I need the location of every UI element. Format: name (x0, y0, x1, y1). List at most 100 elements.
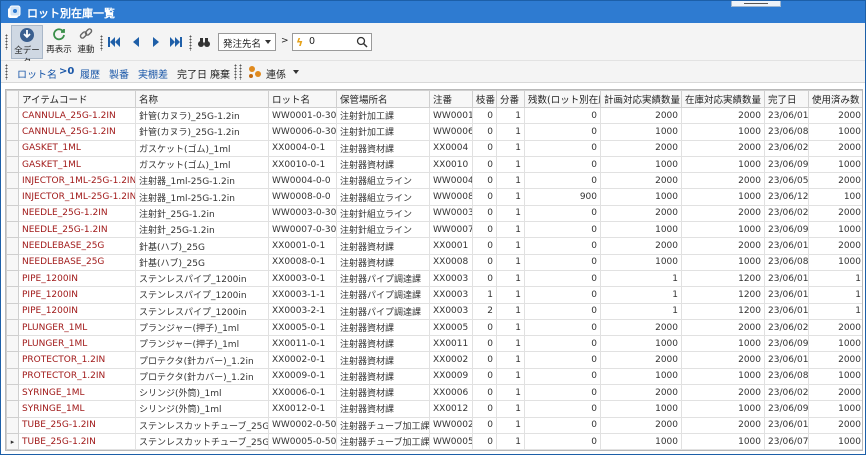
table-cell[interactable]: 注射器資材課 (336, 400, 430, 418)
first-record-icon[interactable] (107, 35, 121, 49)
table-cell[interactable]: XX0012-0-1 (268, 400, 337, 418)
table-cell[interactable]: 0 (524, 172, 601, 190)
table-cell[interactable]: 1 (496, 221, 525, 239)
table-cell[interactable]: WW0006 (429, 123, 473, 141)
table-cell[interactable]: 1000 (681, 221, 765, 239)
table-cell[interactable]: 0 (524, 139, 601, 157)
table-cell[interactable]: 23/06/08 (764, 253, 809, 271)
table-cell[interactable]: GASKET_1ML (18, 155, 136, 174)
table-cell[interactable]: 0 (524, 286, 601, 304)
column-header[interactable]: 分番 (496, 90, 525, 108)
table-cell[interactable]: XX0003-0-1 (268, 269, 337, 288)
table-cell[interactable]: 針管(カヌラ)_25G-1.2in (135, 106, 269, 125)
table-cell[interactable]: 0 (524, 221, 601, 239)
table-cell[interactable]: WW0008-0-0 (268, 188, 337, 206)
table-cell[interactable]: NEEDLE_25G-1.2IN (18, 204, 136, 223)
table-cell[interactable]: 23/06/01 (764, 416, 809, 434)
table-cell[interactable]: 1 (496, 432, 525, 450)
table-cell[interactable]: XX0003-1-1 (268, 286, 337, 304)
table-cell[interactable]: 2000 (600, 237, 682, 255)
column-header[interactable]: 残数(ロット別在庫) (524, 90, 601, 108)
previous-record-icon[interactable] (129, 35, 143, 49)
table-cell[interactable]: 2000 (600, 139, 682, 157)
table-cell[interactable]: 1000 (600, 221, 682, 239)
table-cell[interactable]: 注射器パイプ調達課 (336, 269, 430, 288)
table-cell[interactable]: 0 (524, 335, 601, 353)
table-cell[interactable]: 0 (524, 416, 601, 434)
table-cell[interactable]: 1000 (681, 253, 765, 271)
table-cell[interactable]: 1000 (600, 253, 682, 271)
table-cell[interactable]: 0 (472, 367, 497, 386)
table-cell[interactable]: INJECTOR_1ML-25G-1.2IN (18, 188, 136, 206)
toolbar-grip-icon[interactable] (5, 34, 8, 50)
table-cell[interactable]: 1 (496, 400, 525, 418)
table-cell[interactable]: 注射針加工課 (336, 123, 430, 141)
table-cell[interactable]: 注射器チューブ加工課 (336, 432, 430, 450)
table-cell[interactable]: XX0010 (429, 155, 473, 174)
table-cell[interactable]: XX0008-0-1 (268, 253, 337, 271)
table-cell[interactable]: XX0003 (429, 302, 473, 320)
row-indicator[interactable] (6, 139, 19, 157)
table-cell[interactable]: 1 (600, 302, 682, 320)
row-indicator[interactable] (6, 384, 19, 402)
table-cell[interactable]: 1 (496, 139, 525, 157)
table-cell[interactable]: 2000 (600, 172, 682, 190)
table-row[interactable]: CANNULA_25G-1.2IN 針管(カヌラ)_25G-1.2in WW0006… (6, 123, 862, 141)
table-cell[interactable]: 1 (496, 302, 525, 320)
table-cell[interactable]: 注射針加工課 (336, 106, 430, 125)
column-header[interactable]: アイテムコード (18, 90, 136, 108)
table-cell[interactable]: XX0008 (429, 253, 473, 271)
table-cell[interactable]: 23/06/12 (764, 188, 809, 206)
table-cell[interactable]: 注射器資材課 (336, 351, 430, 369)
column-header[interactable]: 注番 (429, 90, 473, 108)
table-cell[interactable]: 23/06/01 (764, 269, 809, 288)
table-cell[interactable]: XX0005-0-1 (268, 318, 337, 337)
table-cell[interactable]: 1000 (808, 335, 862, 353)
table-cell[interactable]: ガスケット(ゴム)_1ml (135, 155, 269, 174)
table-cell[interactable]: 注射器資材課 (336, 318, 430, 337)
table-row[interactable]: PLUNGER_1ML プランジャー(押子)_1ml XX0005-0-1 注射器資材… (6, 318, 862, 337)
binoculars-icon[interactable] (197, 35, 211, 49)
table-row[interactable]: PIPE_1200IN ステンレスパイプ_1200in XX0003-2-1 注射器パ… (6, 302, 862, 320)
table-cell[interactable]: 注射器資材課 (336, 139, 430, 157)
table-cell[interactable]: 2 (472, 302, 497, 320)
table-cell[interactable]: XX0009-0-1 (268, 367, 337, 386)
table-cell[interactable]: 1 (496, 351, 525, 369)
table-cell[interactable]: NEEDLEBASE_25G (18, 237, 136, 255)
table-cell[interactable]: 1000 (600, 400, 682, 418)
table-cell[interactable]: 1200 (681, 302, 765, 320)
row-indicator[interactable] (6, 367, 19, 386)
table-cell[interactable]: PIPE_1200IN (18, 269, 136, 288)
table-cell[interactable]: 注射器パイプ調達課 (336, 286, 430, 304)
table-cell[interactable]: WW0004 (429, 172, 473, 190)
table-cell[interactable]: PLUNGER_1ML (18, 335, 136, 353)
row-indicator[interactable] (6, 286, 19, 304)
table-cell[interactable]: WW0004-0-0 (268, 172, 337, 190)
table-cell[interactable]: 1 (496, 123, 525, 141)
table-cell[interactable]: XX0002-0-1 (268, 351, 337, 369)
table-cell[interactable]: WW0005-0-50 (268, 432, 337, 450)
table-row[interactable]: NEEDLE_25G-1.2IN 注射針_25G-1.2in WW0003-0-30… (6, 204, 862, 223)
table-cell[interactable]: WW0001-0-30 (268, 106, 337, 125)
table-cell[interactable]: シリンジ(外筒)_1ml (135, 384, 269, 402)
table-cell[interactable]: 1 (496, 367, 525, 386)
row-indicator[interactable] (6, 416, 19, 434)
row-indicator[interactable] (6, 269, 19, 288)
table-cell[interactable]: XX0002 (429, 351, 473, 369)
next-record-icon[interactable] (149, 35, 163, 49)
row-indicator[interactable] (6, 253, 19, 271)
table-cell[interactable]: 23/06/01 (764, 106, 809, 125)
table-cell[interactable]: XX0001 (429, 237, 473, 255)
table-cell[interactable]: 1 (496, 318, 525, 337)
table-cell[interactable]: 2000 (600, 204, 682, 223)
table-cell[interactable]: 1 (496, 204, 525, 223)
table-cell[interactable]: 1 (496, 416, 525, 434)
table-cell[interactable]: WW0005 (429, 432, 473, 450)
table-cell[interactable]: 23/06/09 (764, 400, 809, 418)
last-record-icon[interactable] (169, 35, 183, 49)
table-cell[interactable]: TUBE_25G-1.2IN (18, 432, 136, 450)
table-cell[interactable]: XX0011 (429, 335, 473, 353)
table-cell[interactable]: 23/06/05 (764, 172, 809, 190)
table-cell[interactable]: 1000 (808, 155, 862, 174)
table-cell[interactable]: NEEDLE_25G-1.2IN (18, 221, 136, 239)
